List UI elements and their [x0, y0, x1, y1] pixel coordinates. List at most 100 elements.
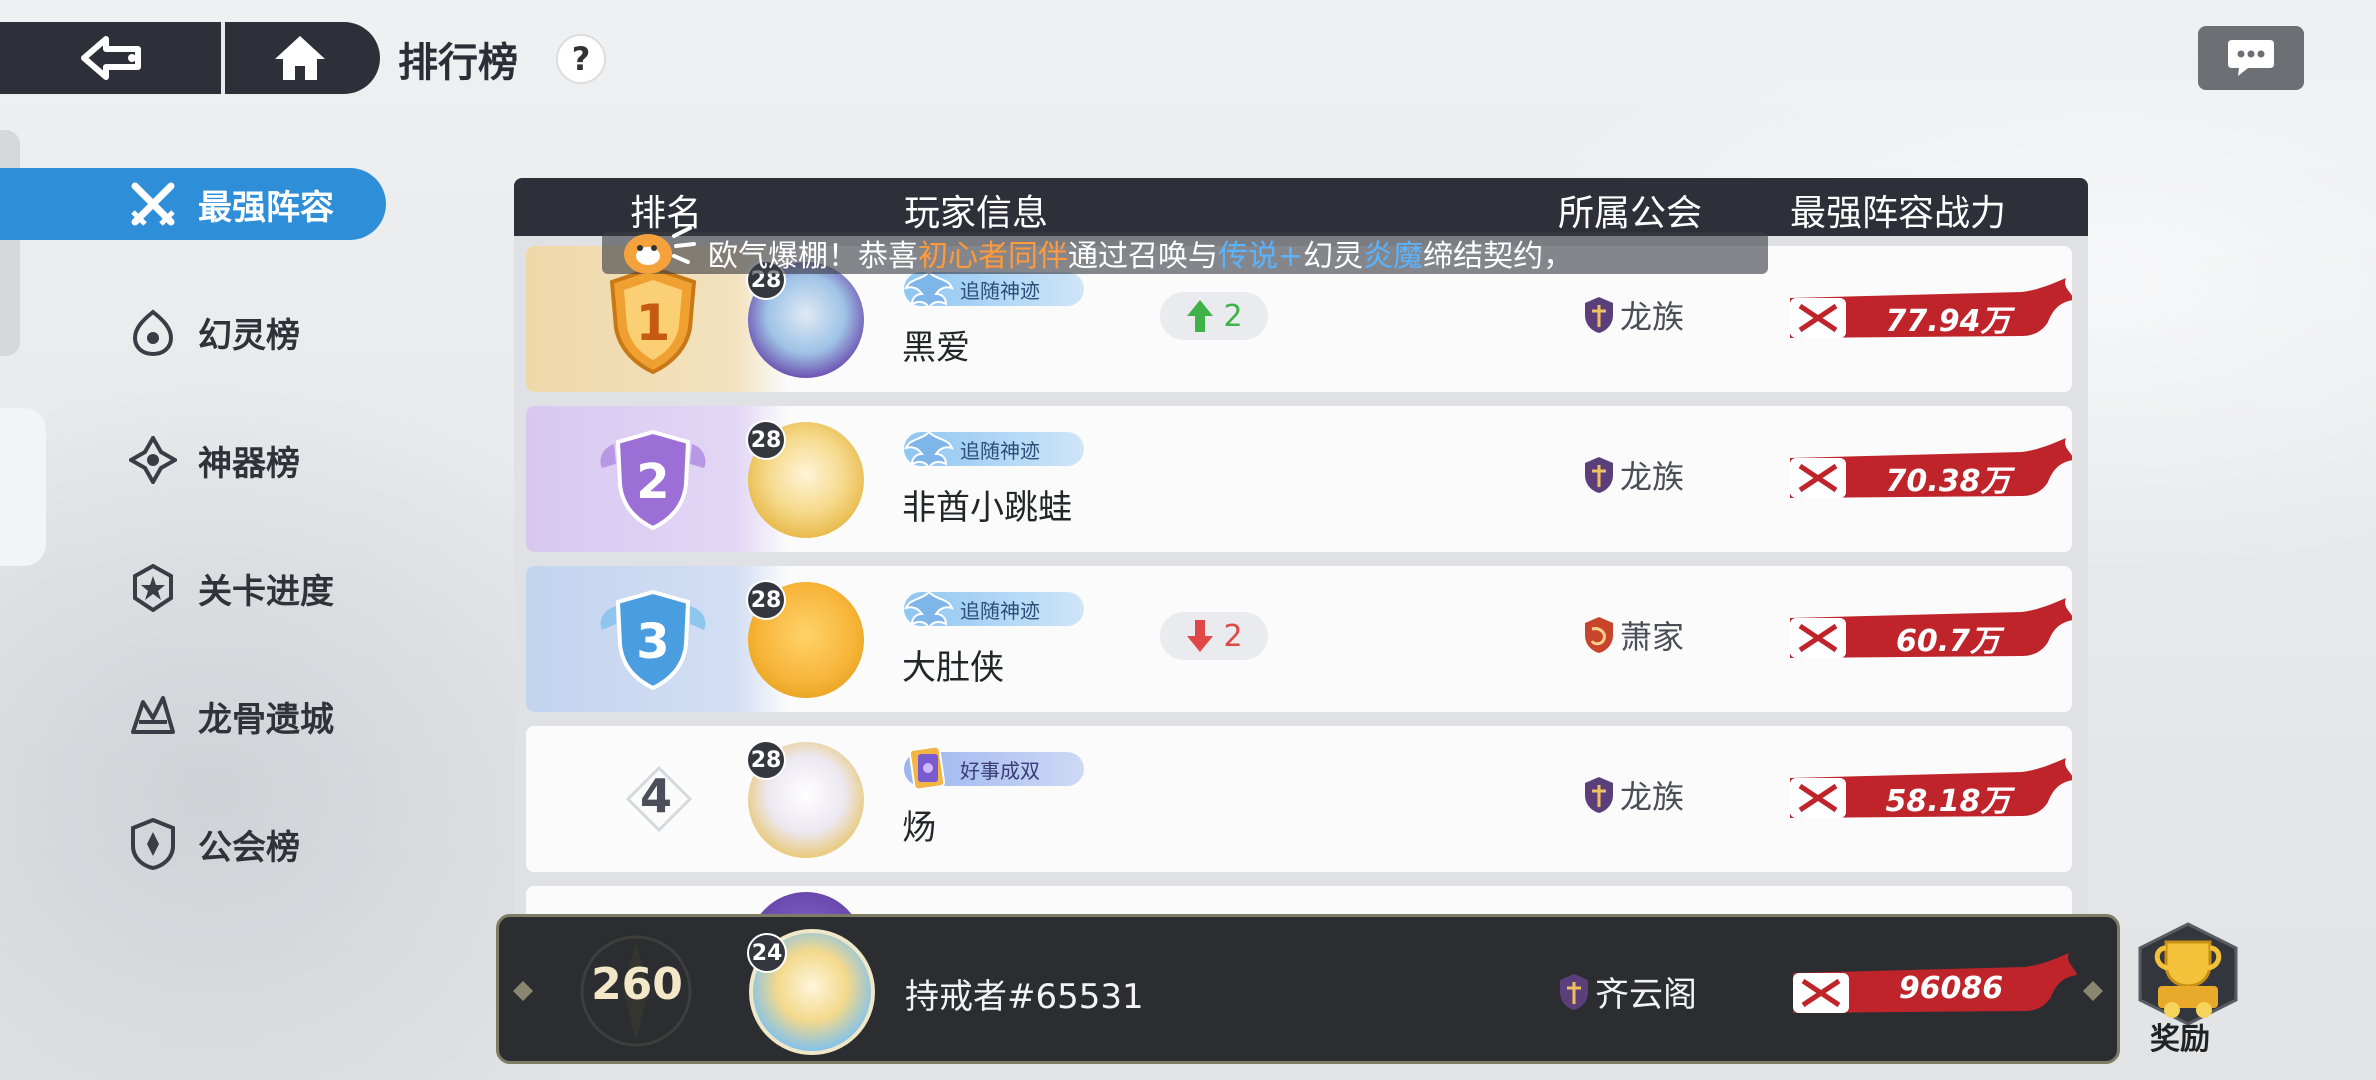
- guild-info: 龙族: [1582, 292, 1684, 338]
- dragon-bone-icon: [128, 691, 178, 741]
- sidebar-item-label: 幻灵榜: [198, 315, 300, 356]
- back-button[interactable]: [0, 22, 225, 94]
- my-power-value: 96086: [1898, 971, 2004, 1006]
- power-badge: 77.94万: [1786, 278, 2072, 354]
- sidebar-item-label: 神器榜: [198, 443, 300, 484]
- rank-change-badge: 2: [1160, 612, 1268, 660]
- purple-rank-badge-icon: 2: [600, 429, 706, 531]
- power-value: 70.38万: [1885, 464, 2011, 499]
- guild-emblem-icon: [1585, 457, 1613, 493]
- back-arrow-icon: [80, 36, 141, 80]
- table-row[interactable]: 2 28 追随神迹 非酋小跳蛙 龙族 70.38万: [526, 406, 2072, 552]
- announcement-bar: 欧气爆棚！恭喜 初心者同伴 通过召唤与 传说+ 幻灵 炎魔 缔结契约，: [602, 226, 1768, 274]
- guild-info: 萧家: [1582, 612, 1684, 658]
- my-guild-info: 齐云阁: [1557, 967, 1697, 1016]
- guild-name: 龙族: [1620, 778, 1685, 816]
- sidebar-item-label: 关卡进度: [198, 571, 334, 612]
- card-emblem-icon: [908, 745, 946, 791]
- title-badge: 追随神迹: [904, 590, 1084, 631]
- notice-prefix: 欧气爆棚！恭喜: [708, 239, 918, 274]
- title-badge-label: 好事成双: [960, 758, 1040, 783]
- rank-change-badge: 2: [1160, 292, 1268, 340]
- rank-change-value: 2: [1223, 298, 1243, 334]
- table-row[interactable]: 3 28 追随神迹 大肚侠 2 萧家 60.7万: [526, 566, 2072, 712]
- player-name: 炀: [902, 808, 936, 848]
- my-rank-number: 260: [591, 959, 683, 1010]
- wings-emblem-icon: [904, 590, 954, 631]
- title-badge: 追随神迹: [904, 270, 1084, 311]
- sidebar-item-label: 龙骨遗城: [198, 699, 334, 740]
- crossed-swords-icon: [128, 179, 178, 229]
- title-badge-label: 追随神迹: [960, 598, 1040, 623]
- header-guild: 所属公会: [1558, 193, 1703, 234]
- power-value: 60.7万: [1895, 624, 2001, 659]
- title-badge-label: 追随神迹: [960, 278, 1040, 303]
- guild-info: 龙族: [1582, 452, 1684, 498]
- level-badge: 28: [746, 580, 786, 620]
- level-badge: 28: [746, 740, 786, 780]
- sidebar-item-label: 公会榜: [198, 827, 300, 868]
- guild-name: 龙族: [1620, 298, 1685, 336]
- guild-emblem-icon: [1585, 297, 1613, 333]
- power-badge: 70.38万: [1786, 438, 2072, 514]
- header-power: 最强阵容战力: [1790, 193, 2007, 234]
- power-value: 77.94万: [1885, 304, 2011, 339]
- arrow-up-icon: [1187, 300, 1214, 332]
- power-value: 58.18万: [1885, 784, 2011, 819]
- gold-rank-badge-icon: 1: [609, 265, 697, 375]
- chat-bubble-icon: [2228, 40, 2274, 76]
- notice-spirit: 炎魔: [1363, 239, 1424, 274]
- sidebar-item-guild-rank[interactable]: 公会榜: [0, 808, 386, 880]
- home-icon: [275, 36, 325, 80]
- notice-player: 初心者同伴: [918, 239, 1068, 274]
- level-badge: 28: [746, 420, 786, 460]
- reward-label: 奖励: [2150, 1022, 2210, 1057]
- arrow-down-icon: [1187, 620, 1214, 652]
- megaphone-mascot-icon: [624, 226, 696, 274]
- rank-change-value: 2: [1223, 618, 1243, 654]
- guild-emblem-icon: [1585, 777, 1613, 813]
- help-button[interactable]: ?: [556, 34, 606, 84]
- guild-shield-icon: [128, 818, 178, 870]
- title-badge-label: 追随神迹: [960, 438, 1040, 463]
- rank-number: 4: [639, 769, 672, 823]
- rank-number: 2: [636, 454, 669, 510]
- blue-rank-badge-icon: 3: [600, 589, 706, 691]
- player-name: 黑爱: [902, 328, 970, 368]
- artifact-icon: [128, 435, 178, 485]
- title-badge: 好事成双: [904, 745, 1084, 791]
- my-player-name: 持戒者#65531: [905, 977, 1144, 1017]
- sidebar-item-label: 最强阵容: [198, 187, 334, 228]
- guild-name: 萧家: [1620, 618, 1685, 656]
- my-guild-name: 齐云阁: [1595, 975, 1697, 1015]
- rank-number: 3: [636, 614, 669, 670]
- sidebar-item-strongest-lineup[interactable]: 最强阵容: [0, 168, 386, 240]
- stage-star-icon: [128, 563, 178, 613]
- guild-name: 龙族: [1620, 458, 1685, 496]
- guild-emblem-icon: [1560, 973, 1588, 1010]
- top-nav-bar: [0, 22, 380, 94]
- title-badge: 追随神迹: [904, 430, 1084, 471]
- notice-rarity: 传说+: [1218, 239, 1304, 274]
- my-level-badge: 24: [747, 933, 787, 973]
- home-button[interactable]: [225, 22, 375, 94]
- guild-emblem-icon: [1585, 617, 1613, 653]
- notice-middle: 通过召唤与: [1068, 239, 1218, 274]
- wings-emblem-icon: [904, 430, 954, 471]
- rank-number: 1: [636, 294, 671, 352]
- sidebar-item-artifact-rank[interactable]: 神器榜: [0, 424, 386, 496]
- my-power-badge: 96086: [1789, 951, 2079, 1031]
- player-name: 大肚侠: [902, 648, 1004, 688]
- sidebar-item-dragon-bone-city[interactable]: 龙骨遗城: [0, 680, 386, 752]
- sidebar-item-spirit-rank[interactable]: 幻灵榜: [0, 296, 386, 368]
- spirit-icon: [128, 307, 178, 357]
- sidebar-item-stage-progress[interactable]: 关卡进度: [0, 552, 386, 624]
- header-player-info: 玩家信息: [904, 193, 1049, 234]
- power-badge: 58.18万: [1786, 758, 2072, 834]
- chat-button[interactable]: [2198, 26, 2304, 90]
- notice-middle2: 幻灵: [1303, 239, 1364, 274]
- my-rank-row[interactable]: 260 24 持戒者#65531 齐云阁 96086: [496, 914, 2120, 1064]
- guild-info: 龙族: [1582, 772, 1684, 818]
- table-row[interactable]: 4 28 好事成双 炀 龙族 58.18万: [526, 726, 2072, 872]
- table-header: 排名 玩家信息 所属公会 最强阵容战力: [514, 178, 2088, 236]
